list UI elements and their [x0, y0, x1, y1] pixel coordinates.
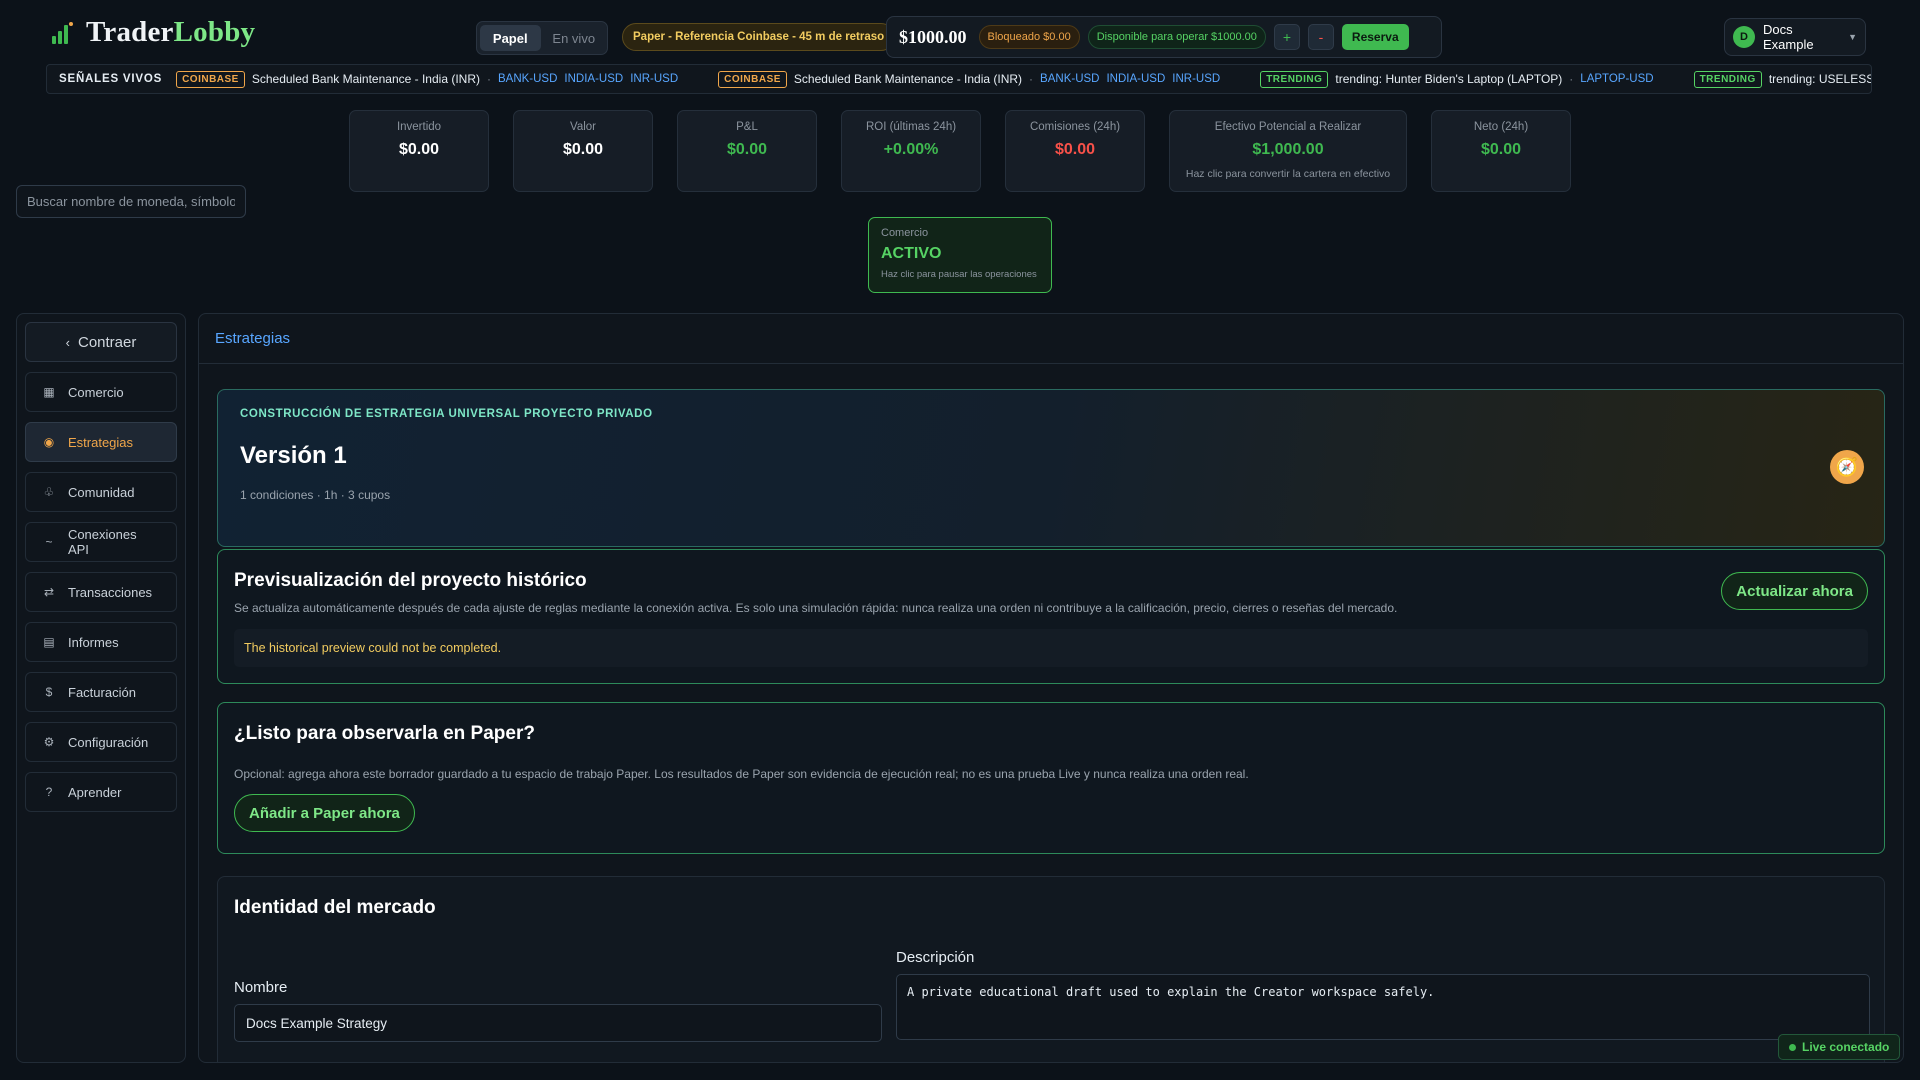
paper-cta-description: Opcional: agrega ahora este borrador gua… [234, 767, 1249, 781]
ticker-text: Scheduled Bank Maintenance - India (INR) [793, 72, 1023, 86]
sidebar-item-conexiones-api[interactable]: ~ Conexiones API [25, 522, 177, 562]
chevron-down-icon: ▼ [1848, 32, 1857, 42]
symbol-link[interactable]: INR-USD [630, 73, 678, 85]
avatar: D [1733, 26, 1755, 48]
symbol-link[interactable]: INDIA-USD [564, 73, 623, 85]
mode-toggle: Papel En vivo [476, 21, 608, 55]
status-dot-icon [1789, 1043, 1796, 1051]
ticker-item[interactable]: TRENDING trending: Hunter Biden's Laptop… [1260, 70, 1654, 88]
remove-funds-button[interactable]: - [1307, 24, 1334, 50]
sidebar-item-comercio[interactable]: ▦ Comercio [25, 372, 177, 412]
strategy-meta: 1 condiciones · 1h · 3 cupos [240, 488, 391, 502]
report-icon: ▤ [43, 635, 55, 649]
hero-kicker: CONSTRUCCIÓN DE ESTRATEGIA UNIVERSAL PRO… [240, 408, 653, 420]
mode-live-button[interactable]: En vivo [544, 25, 605, 51]
strategy-description-textarea[interactable]: A private educational draft used to expl… [896, 974, 1870, 1040]
brand-name: TraderLobby [86, 16, 256, 48]
symbol-link[interactable]: BANK-USD [498, 73, 557, 85]
stat-value: Valor $0.00 [513, 110, 653, 192]
ticker-text: Scheduled Bank Maintenance - India (INR) [251, 72, 480, 86]
sidebar-item-estrategias[interactable]: ◉ Estrategias [25, 422, 177, 462]
chevron-left-icon: ‹ [65, 334, 70, 350]
breadcrumb-estrategias[interactable]: Estrategias [215, 330, 290, 347]
name-label: Nombre [234, 979, 288, 996]
market-identity-card: Identidad del mercado Nombre Docs Exampl… [217, 876, 1885, 1062]
logo[interactable]: TraderLobby [50, 16, 255, 49]
mode-paper-button[interactable]: Papel [480, 25, 541, 51]
description-label: Descripción [896, 949, 975, 966]
strategy-name-input[interactable]: Docs Example Strategy [234, 1004, 882, 1042]
coin-search-input[interactable] [16, 185, 246, 218]
description-field-group: Descripción A private educational draft … [896, 949, 1870, 1040]
paper-cta-title: ¿Listo para observarla en Paper? [234, 723, 535, 744]
stat-roi: ROI (últimas 24h) +0.00% [841, 110, 981, 192]
top-header: TraderLobby Papel En vivo Paper - Refere… [0, 0, 1920, 74]
identity-title: Identidad del mercado [234, 897, 436, 918]
preview-description: Se actualiza automáticamente después de … [234, 601, 1398, 615]
gear-icon: ⚙ [43, 735, 55, 749]
symbol-link[interactable]: LAPTOP-USD [1580, 73, 1653, 85]
ticker-text: trending: USELESS STONK (STON [1768, 72, 1872, 86]
add-funds-button[interactable]: + [1273, 24, 1300, 50]
sidebar-item-informes[interactable]: ▤ Informes [25, 622, 177, 662]
strategy-icon: ◉ [43, 435, 55, 449]
blocked-balance-badge: Bloqueado $0.00 [978, 25, 1080, 49]
live-connection-badge: Live conectado [1778, 1034, 1901, 1060]
ticker-text: trending: Hunter Biden's Laptop (LAPTOP) [1335, 72, 1563, 86]
ticker-item[interactable]: COINBASE Scheduled Bank Maintenance - In… [718, 70, 1220, 88]
preview-title: Previsualización del proyecto histórico [234, 570, 587, 591]
breadcrumb: Estrategias [199, 314, 1903, 364]
available-balance-badge: Disponible para operar $1000.00 [1087, 25, 1266, 49]
source-tag: COINBASE [176, 70, 245, 88]
balance-bar: $1000.00 Bloqueado $0.00 Disponible para… [886, 16, 1442, 58]
stat-potential-cash[interactable]: Efectivo Potencial a Realizar $1,000.00 … [1169, 110, 1407, 192]
paper-cta-card: ¿Listo para observarla en Paper? Opciona… [217, 702, 1885, 854]
preview-error-message: The historical preview could not be comp… [234, 629, 1868, 667]
source-tag: TRENDING [1693, 70, 1762, 88]
source-tag: COINBASE [718, 70, 787, 88]
stat-invested: Invertido $0.00 [349, 110, 489, 192]
api-icon: ~ [45, 535, 53, 549]
sidebar-item-transacciones[interactable]: ⇄ Transacciones [25, 572, 177, 612]
transfer-icon: ⇄ [43, 585, 55, 599]
ticker-item[interactable]: TRENDING trending: USELESS STONK (STON [1693, 70, 1872, 88]
strategy-hero-card: CONSTRUCCIÓN DE ESTRATEGIA UNIVERSAL PRO… [217, 389, 1885, 547]
symbol-link[interactable]: BANK-USD [1040, 73, 1099, 85]
source-tag: TRENDING [1260, 70, 1329, 88]
symbol-link[interactable]: INR-USD [1172, 73, 1220, 85]
refresh-now-button[interactable]: Actualizar ahora [1721, 572, 1868, 610]
collapse-sidebar-button[interactable]: ‹ Contraer [25, 322, 177, 362]
ticker-item[interactable]: COINBASE Scheduled Bank Maintenance - In… [176, 70, 678, 88]
add-to-paper-button[interactable]: Añadir a Paper ahora [234, 794, 415, 832]
stat-net: Neto (24h) $0.00 [1431, 110, 1571, 192]
balance-amount: $1000.00 [899, 26, 967, 47]
page-title: Versión 1 [240, 442, 347, 469]
paper-mode-badge: Paper - Referencia Coinbase - 45 m de re… [622, 23, 896, 51]
dollar-icon: $ [45, 685, 53, 699]
sidebar-item-comunidad[interactable]: ♧ Comunidad [25, 472, 177, 512]
reserve-button[interactable]: Reserva [1341, 24, 1409, 50]
user-name: Docs Example [1763, 22, 1814, 52]
historical-preview-card: Previsualización del proyecto histórico … [217, 549, 1885, 684]
stat-fees: Comisiones (24h) $0.00 [1005, 110, 1145, 192]
main-panel: Estrategias CONSTRUCCIÓN DE ESTRATEGIA U… [198, 313, 1904, 1063]
community-icon: ♧ [43, 485, 55, 499]
trading-status: ACTIVO [881, 245, 942, 262]
grid-icon: ▦ [43, 385, 55, 399]
sidebar-item-aprender[interactable]: ? Aprender [25, 772, 177, 812]
symbol-link[interactable]: INDIA-USD [1106, 73, 1165, 85]
signals-ticker: SEÑALES VIVOS COINBASE Scheduled Bank Ma… [46, 64, 1872, 94]
sidebar: ‹ Contraer ▦ Comercio ◉ Estrategias ♧ Co… [16, 313, 186, 1063]
sidebar-item-facturacion[interactable]: $ Facturación [25, 672, 177, 712]
trading-status-toggle[interactable]: Comercio ACTIVO Haz clic para pausar las… [868, 217, 1052, 293]
ticker-title: SEÑALES VIVOS [59, 73, 163, 85]
name-field-group: Nombre Docs Example Strategy [234, 979, 882, 1042]
user-menu[interactable]: D Docs Example ▼ [1724, 18, 1866, 56]
sidebar-item-configuracion[interactable]: ⚙ Configuración [25, 722, 177, 762]
stat-pnl: P&L $0.00 [677, 110, 817, 192]
question-icon: ? [45, 785, 53, 799]
bar-chart-icon [50, 20, 76, 46]
compass-icon: 🧭 [1830, 450, 1864, 484]
